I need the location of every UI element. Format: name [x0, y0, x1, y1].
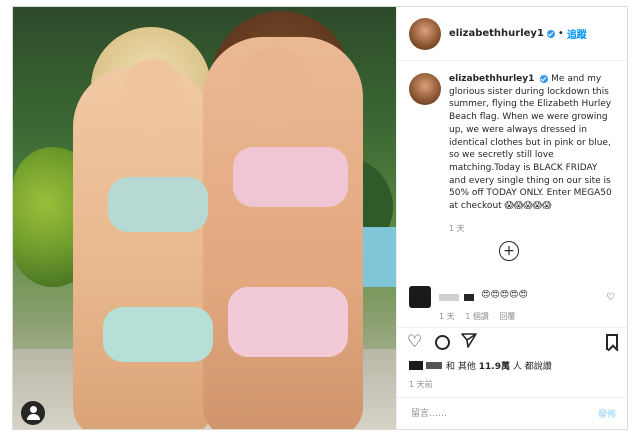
photo-swimsuit-top-pink	[233, 147, 348, 207]
load-more-comments-button[interactable]: +	[499, 241, 519, 261]
caption-avatar[interactable]	[409, 73, 441, 105]
header-username[interactable]: elizabethhurley1	[449, 28, 544, 39]
comment-avatar[interactable]	[409, 286, 431, 308]
photo-swimsuit-bottom-blue	[103, 307, 213, 362]
comment-item: 😍😍😍😍😍 ♡ 1 天 1 個讚 回覆	[409, 286, 619, 330]
comment-username-redacted-2	[464, 294, 474, 301]
verified-badge-icon	[546, 29, 555, 38]
post-side-panel: elizabethhurley1 • 追蹤 elizabethhurley1 M…	[396, 7, 628, 429]
post-header: elizabethhurley1 • 追蹤	[397, 7, 628, 61]
liker-name-redacted	[426, 362, 442, 369]
avatar[interactable]	[409, 17, 441, 50]
caption-username[interactable]: elizabethhurley1	[449, 74, 534, 84]
user-tag-icon-head	[29, 406, 37, 413]
follow-button[interactable]: 追蹤	[567, 26, 587, 41]
caption-verified-badge-icon	[540, 74, 549, 83]
share-icon[interactable]	[461, 332, 477, 353]
likes-and-others: 和 其他	[446, 362, 476, 372]
post-photo[interactable]	[13, 7, 396, 429]
photo-person-left-face	[123, 59, 183, 131]
user-tag-icon[interactable]	[21, 401, 45, 425]
caption-text: Me and my glorious sister during lockdow…	[449, 74, 612, 212]
comment-meta: 1 天 1 個讚 回覆	[439, 311, 523, 322]
comment-input-bar: 發佈	[397, 397, 628, 429]
share-icon-svg	[461, 333, 477, 348]
caption-area: elizabethhurley1 Me and my glorious sist…	[397, 61, 628, 297]
header-separator: •	[557, 28, 564, 39]
comment-reply-button[interactable]: 回覆	[499, 312, 515, 321]
likes-suffix: 人 都說讚	[512, 362, 552, 372]
comment-username-redacted	[439, 294, 459, 301]
comment-time: 1 天	[439, 312, 455, 321]
action-bar: ♡	[397, 327, 628, 357]
caption-text-block: elizabethhurley1 Me and my glorious sist…	[449, 73, 616, 213]
post-comment-button[interactable]: 發佈	[598, 407, 616, 420]
comment-input[interactable]	[409, 407, 598, 420]
post-time: 1 天前	[409, 380, 433, 389]
instagram-post: elizabethhurley1 • 追蹤 elizabethhurley1 M…	[12, 6, 628, 430]
comment-likes[interactable]: 1 個讚	[465, 312, 489, 321]
likes-count: 11.9萬	[478, 362, 510, 372]
caption-row: elizabethhurley1 Me and my glorious sist…	[409, 73, 616, 213]
liker-avatar-redacted	[409, 361, 423, 370]
heart-icon[interactable]: ♡	[407, 332, 422, 352]
photo-person-right-face	[243, 47, 307, 127]
user-tag-icon-body	[26, 414, 40, 420]
photo-swimsuit-top-blue	[108, 177, 208, 232]
comment-like-heart-icon[interactable]: ♡	[606, 292, 615, 303]
comment-text: 😍😍😍😍😍	[481, 290, 528, 300]
bookmark-icon[interactable]	[606, 334, 618, 350]
photo-swimsuit-bottom-pink	[228, 287, 348, 357]
comment-icon[interactable]	[435, 335, 450, 350]
likes-summary[interactable]: 和 其他 11.9萬 人 都說讚	[409, 359, 552, 372]
caption-time: 1 天	[449, 223, 465, 233]
